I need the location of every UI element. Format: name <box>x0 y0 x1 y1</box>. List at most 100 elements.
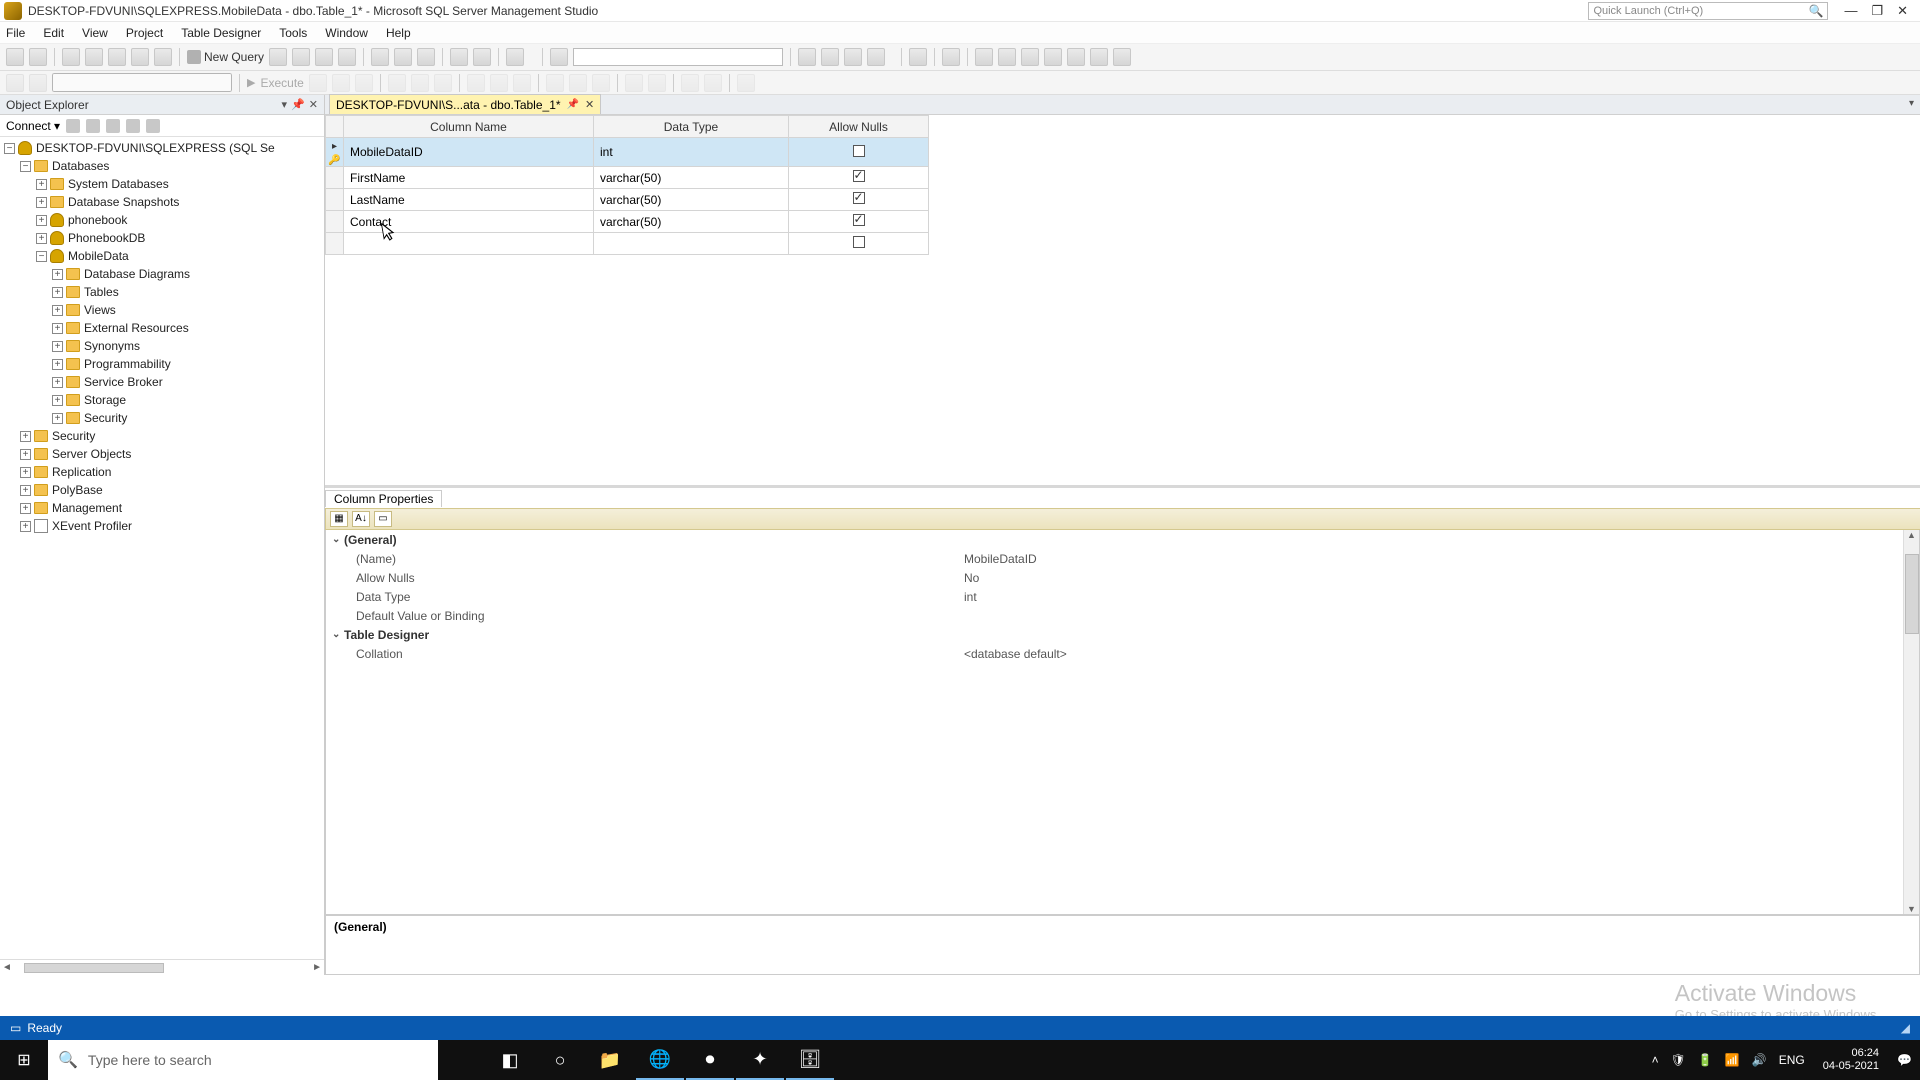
redo-button[interactable] <box>473 48 491 66</box>
cell-data-type[interactable]: varchar(50) <box>594 167 789 189</box>
menu-tools[interactable]: Tools <box>279 26 307 40</box>
panel-pin-icon[interactable]: 📌 <box>291 98 305 111</box>
header-allow-nulls[interactable]: Allow Nulls <box>789 116 929 138</box>
solution-button[interactable] <box>506 48 524 66</box>
menu-table-designer[interactable]: Table Designer <box>181 26 261 40</box>
tree-views[interactable]: Views <box>84 303 116 317</box>
analysis-xmla-button[interactable] <box>338 48 356 66</box>
nav-forward-button[interactable] <box>29 48 47 66</box>
tab-pin-icon[interactable]: 📌 <box>567 99 579 110</box>
save-all-button[interactable] <box>154 48 172 66</box>
header-column-name[interactable]: Column Name <box>344 116 594 138</box>
analysis-dmx-button[interactable] <box>315 48 333 66</box>
tree-security[interactable]: Security <box>52 429 95 443</box>
allow-nulls-checkbox[interactable] <box>853 214 865 226</box>
open-file-button[interactable] <box>108 48 126 66</box>
media-app[interactable]: ⏺ <box>686 1040 734 1080</box>
tree-management[interactable]: Management <box>52 501 122 515</box>
column-properties-tab[interactable]: Column Properties <box>325 490 442 507</box>
new-query-button[interactable]: New Query <box>187 50 264 64</box>
table-row[interactable]: FirstName varchar(50) <box>326 167 929 189</box>
cell-column-name[interactable]: MobileDataID <box>344 138 594 167</box>
menu-help[interactable]: Help <box>386 26 411 40</box>
connect-button[interactable]: Connect ▾ <box>6 119 60 133</box>
column-properties-grid[interactable]: ⌄(General) (Name)MobileDataID Allow Null… <box>325 530 1920 915</box>
paste-button[interactable] <box>417 48 435 66</box>
categorized-button[interactable]: ▦ <box>330 511 348 527</box>
panel-close-icon[interactable]: ✕ <box>309 98 318 111</box>
prop-allow-nulls-value[interactable]: No <box>964 571 979 585</box>
taskbar-search[interactable]: 🔍 Type here to search <box>48 1040 438 1080</box>
tree-replication[interactable]: Replication <box>52 465 111 479</box>
new-item-button[interactable] <box>85 48 103 66</box>
security-icon[interactable]: 🛡 <box>1671 1053 1686 1067</box>
table-row[interactable]: ▸🔑 MobileDataID int <box>326 138 929 167</box>
cell-column-name[interactable]: FirstName <box>344 167 594 189</box>
find-input[interactable] <box>573 48 783 66</box>
activity-monitor-button[interactable] <box>798 48 816 66</box>
cell-column-name[interactable] <box>344 233 594 255</box>
pulse-icon[interactable] <box>146 119 160 133</box>
cell-data-type[interactable]: int <box>594 138 789 167</box>
panel-dropdown-icon[interactable]: ▾ <box>282 98 288 111</box>
td-check-constraint-button[interactable] <box>1067 48 1085 66</box>
start-button[interactable]: ⊞ <box>0 1040 48 1080</box>
db-engine-query-button[interactable] <box>269 48 287 66</box>
tray-overflow-icon[interactable]: ˄ <box>1652 1053 1659 1067</box>
cell-data-type[interactable]: varchar(50) <box>594 211 789 233</box>
prop-data-type-value[interactable]: int <box>964 590 977 604</box>
copy-button[interactable] <box>394 48 412 66</box>
tree-xevent-profiler[interactable]: XEvent Profiler <box>52 519 132 533</box>
restore-button[interactable]: ❐ <box>1871 3 1883 19</box>
template-browser-button[interactable] <box>867 48 885 66</box>
tree-security-db[interactable]: Security <box>84 411 127 425</box>
ssms-app[interactable]: 🗄 <box>786 1040 834 1080</box>
td-set-primary-key-button[interactable] <box>998 48 1016 66</box>
tree-database-snapshots[interactable]: Database Snapshots <box>68 195 179 209</box>
cell-column-name[interactable]: LastName <box>344 189 594 211</box>
quick-launch-input[interactable]: Quick Launch (Ctrl+Q) 🔍 <box>1588 2 1828 20</box>
tree-mobiledata[interactable]: MobileData <box>68 249 129 263</box>
clock[interactable]: 06:24 04-05-2021 <box>1817 1047 1885 1073</box>
disconnect-icon[interactable] <box>66 119 80 133</box>
prop-name-value[interactable]: MobileDataID <box>964 552 1037 566</box>
notifications-icon[interactable]: 💬 <box>1897 1053 1912 1067</box>
td-xml-indexes-button[interactable] <box>1113 48 1131 66</box>
visual-studio-app[interactable]: ✦ <box>736 1040 784 1080</box>
edge-app[interactable]: 🌐 <box>636 1040 684 1080</box>
column-grid[interactable]: Column Name Data Type Allow Nulls ▸🔑 Mob… <box>325 115 1920 485</box>
stop-icon[interactable] <box>86 119 100 133</box>
cortana-button[interactable]: ○ <box>536 1040 584 1080</box>
td-indexes-button[interactable] <box>1044 48 1062 66</box>
properties-window-button[interactable] <box>909 48 927 66</box>
tree-polybase[interactable]: PolyBase <box>52 483 103 497</box>
tree-databases[interactable]: Databases <box>52 159 109 173</box>
new-project-button[interactable] <box>62 48 80 66</box>
td-generate-change-button[interactable] <box>975 48 993 66</box>
analysis-mdx-button[interactable] <box>292 48 310 66</box>
menu-file[interactable]: File <box>6 26 25 40</box>
find-button[interactable] <box>550 48 568 66</box>
menu-view[interactable]: View <box>82 26 108 40</box>
object-explorer-tree[interactable]: −DESKTOP-FDVUNI\SQLEXPRESS (SQL Se −Data… <box>0 137 324 959</box>
tree-synonyms[interactable]: Synonyms <box>84 339 140 353</box>
property-pages-button[interactable]: ▭ <box>374 511 392 527</box>
tab-dropdown-icon[interactable]: ▾ <box>1909 98 1914 109</box>
tree-storage[interactable]: Storage <box>84 393 126 407</box>
volume-icon[interactable]: 🔊 <box>1752 1053 1767 1067</box>
object-explorer-hscroll[interactable]: ◄► <box>0 959 324 975</box>
tree-phonebookdb[interactable]: PhonebookDB <box>68 231 145 245</box>
document-tab[interactable]: DESKTOP-FDVUNI\S...ata - dbo.Table_1* 📌 … <box>329 94 601 114</box>
tree-programmability[interactable]: Programmability <box>84 357 171 371</box>
cell-data-type[interactable] <box>594 233 789 255</box>
menu-edit[interactable]: Edit <box>43 26 64 40</box>
battery-icon[interactable]: 🔋 <box>1698 1053 1713 1067</box>
cut-button[interactable] <box>371 48 389 66</box>
tree-phonebook[interactable]: phonebook <box>68 213 127 227</box>
object-explorer-button[interactable] <box>844 48 862 66</box>
allow-nulls-checkbox[interactable] <box>853 236 865 248</box>
file-explorer-app[interactable]: 📁 <box>586 1040 634 1080</box>
tree-external-resources[interactable]: External Resources <box>84 321 189 335</box>
allow-nulls-checkbox[interactable] <box>853 145 865 157</box>
table-row[interactable]: LastName varchar(50) <box>326 189 929 211</box>
